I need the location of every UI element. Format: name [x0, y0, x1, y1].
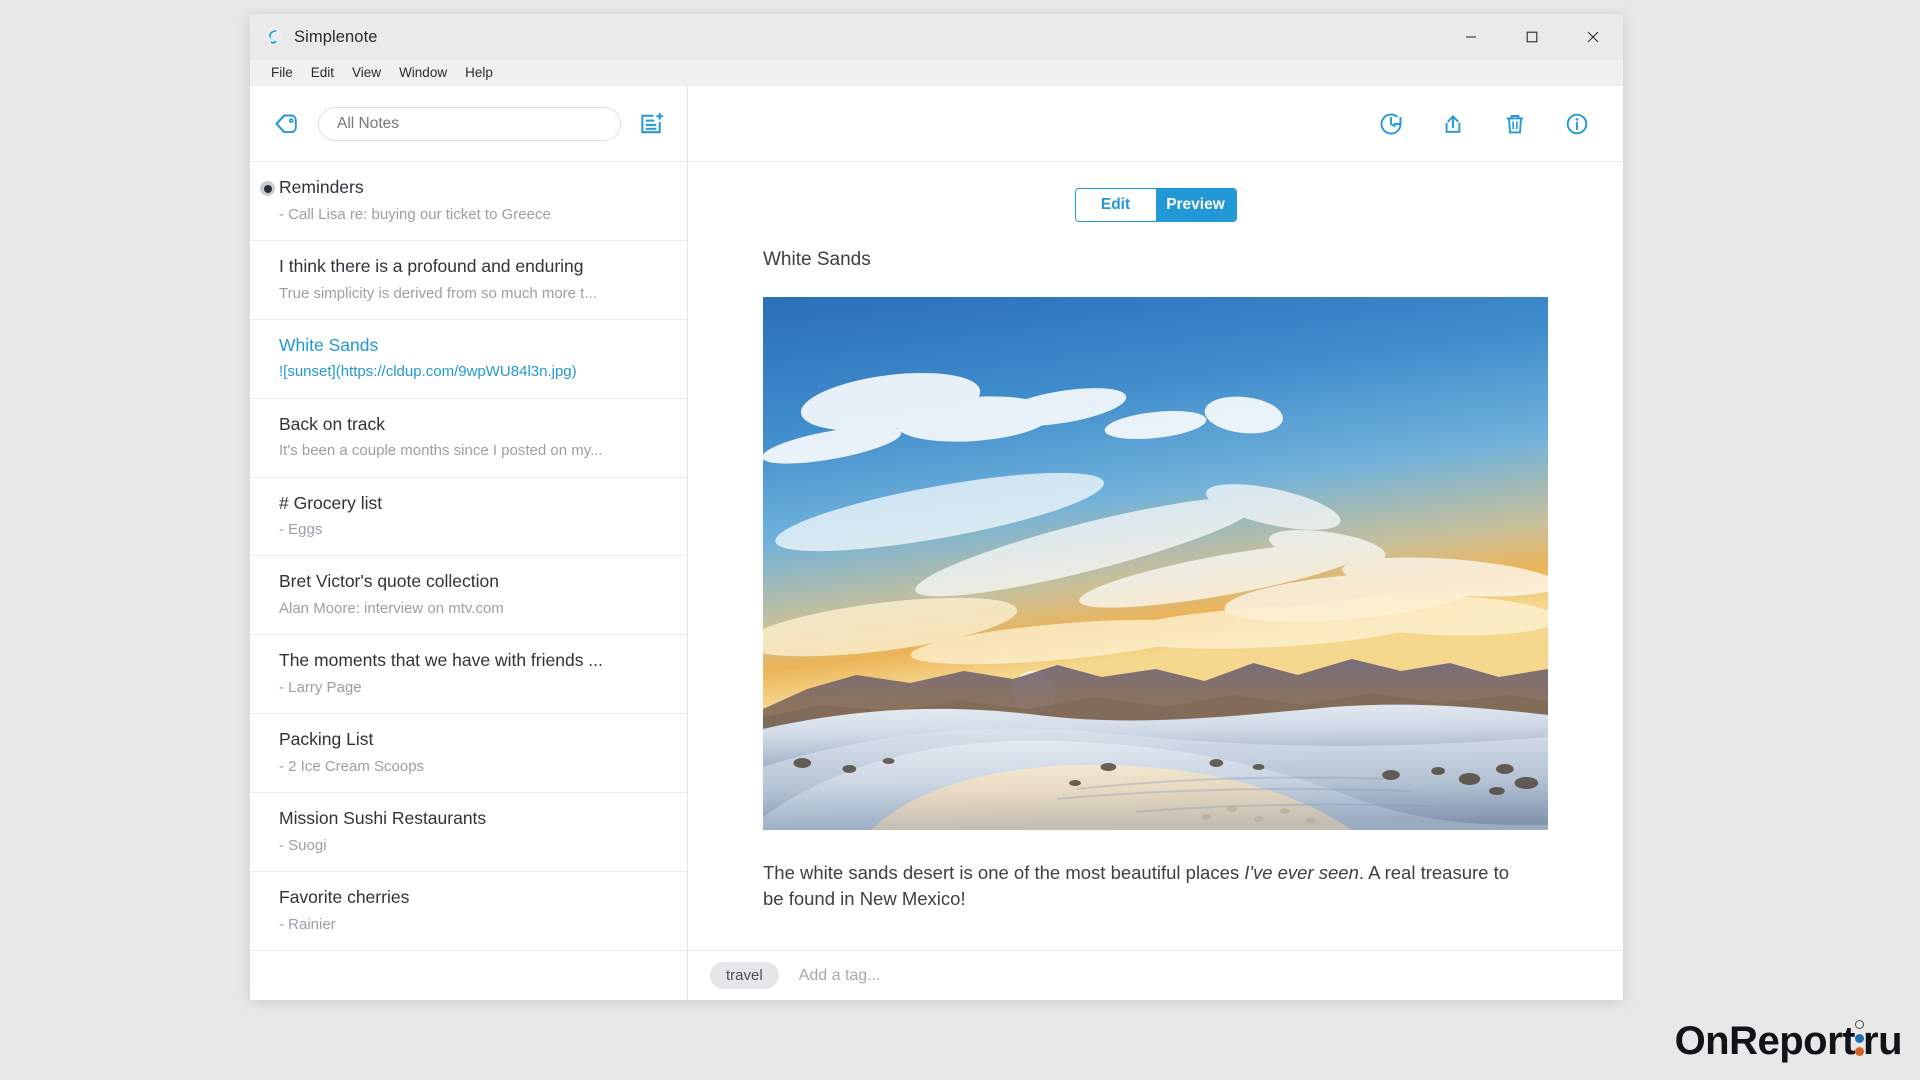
- maximize-button[interactable]: [1501, 14, 1562, 60]
- tag-back-icon[interactable]: [270, 107, 304, 141]
- note-excerpt: - Call Lisa re: buying our ticket to Gre…: [279, 205, 551, 223]
- trash-icon: [1506, 114, 1524, 133]
- close-button[interactable]: [1562, 14, 1623, 60]
- note-excerpt: True simplicity is derived from so much …: [279, 284, 597, 302]
- note-content: White Sands The white sands desert is on…: [688, 248, 1623, 950]
- note-list[interactable]: Reminders - Call Lisa re: buying our tic…: [250, 162, 687, 1000]
- tag-chip-travel[interactable]: travel: [710, 962, 779, 989]
- note-title: Back on track: [279, 413, 386, 434]
- note-body-part-1: The white sands desert is one of the mos…: [763, 861, 1245, 883]
- note-excerpt: - Eggs: [279, 521, 323, 539]
- trash-button[interactable]: [1493, 102, 1537, 146]
- watermark-ring-icon: [1854, 1019, 1864, 1029]
- watermark-blue-dot-icon: [1854, 1033, 1864, 1043]
- note-excerpt: - 2 Ice Cream Scoops: [279, 757, 425, 775]
- maximize-icon: [1526, 31, 1537, 43]
- mode-toggle-wrapper: Edit Preview: [688, 188, 1623, 222]
- note-body-text: The white sands desert is one of the mos…: [763, 860, 1523, 913]
- add-tag-input[interactable]: [798, 966, 1059, 985]
- note-list-pane: Reminders - Call Lisa re: buying our tic…: [250, 86, 688, 1000]
- mode-toggle: Edit Preview: [1074, 188, 1237, 222]
- tab-preview[interactable]: Preview: [1155, 189, 1236, 221]
- note-title: Reminders: [279, 177, 364, 197]
- note-excerpt: Alan Moore: interview on mtv.com: [279, 600, 504, 617]
- note-list-item-back-on-track[interactable]: Back on track It's been a couple months …: [250, 399, 687, 478]
- minimize-button[interactable]: [1440, 14, 1501, 60]
- menu-item-help[interactable]: Help: [456, 63, 502, 82]
- note-editor-pane: Edit Preview White Sands The white sands…: [688, 86, 1623, 1000]
- tag-bar: travel: [688, 950, 1623, 1000]
- share-button[interactable]: [1431, 102, 1475, 146]
- info-icon: [1566, 113, 1588, 134]
- simplenote-window: Simplenote File Edit View Window Help Al…: [250, 14, 1623, 1000]
- note-list-item-mission-sushi[interactable]: Mission Sushi Restaurants - Suogi: [250, 793, 687, 872]
- search-input[interactable]: [337, 114, 602, 133]
- note-title: # Grocery list: [279, 492, 383, 513]
- title-bar: Simplenote: [250, 14, 1623, 60]
- onreport-watermark: OnReport ru: [1674, 1019, 1903, 1064]
- note-scroll-area[interactable]: Edit Preview White Sands The white sands…: [688, 162, 1623, 1000]
- note-excerpt: It's been a couple months since I posted…: [279, 442, 603, 460]
- note-toolbar: [688, 86, 1623, 162]
- note-list-item-favorite-cherries[interactable]: Favorite cherries - Rainier: [250, 872, 687, 951]
- published-indicator-icon: [260, 181, 275, 196]
- close-icon: [1587, 31, 1598, 43]
- menu-item-edit[interactable]: Edit: [302, 63, 343, 82]
- search-field[interactable]: [318, 106, 621, 141]
- share-icon: [1445, 114, 1461, 133]
- watermark-name-left: OnReport: [1674, 1019, 1856, 1063]
- note-title: Favorite cherries: [279, 886, 410, 907]
- main-split: Reminders - Call Lisa re: buying our tic…: [250, 86, 1623, 1000]
- simplenote-logo-icon: [264, 27, 284, 47]
- app-title: Simplenote: [294, 27, 378, 46]
- search-bar: [250, 86, 687, 162]
- note-title: Bret Victor's quote collection: [279, 571, 499, 592]
- watermark-orange-dot-icon: [1854, 1046, 1864, 1056]
- note-list-item-white-sands[interactable]: White Sands ![sunset](https://cldup.com/…: [250, 320, 687, 399]
- note-excerpt: - Rainier: [279, 915, 336, 933]
- desktop-background: Simplenote File Edit View Window Help Al…: [0, 0, 1920, 1080]
- info-button[interactable]: [1555, 102, 1599, 146]
- note-title: The moments that we have with friends ..…: [279, 650, 603, 671]
- menu-bar: File Edit View Window Help: [250, 60, 1623, 86]
- sunset-photo: [763, 296, 1548, 830]
- new-note-icon[interactable]: [635, 108, 667, 140]
- note-list-item-moments[interactable]: The moments that we have with friends ..…: [250, 635, 687, 715]
- note-list-item-profound[interactable]: I think there is a profound and enduring…: [250, 241, 687, 320]
- note-list-item-grocery-list[interactable]: # Grocery list - Eggs: [250, 478, 687, 557]
- note-heading: White Sands: [763, 249, 871, 270]
- note-body-emphasis: I've ever seen: [1244, 861, 1359, 883]
- window-controls: [1440, 14, 1623, 60]
- menu-item-file[interactable]: File: [262, 63, 302, 82]
- tab-edit[interactable]: Edit: [1075, 189, 1156, 221]
- watermark-name-right: ru: [1863, 1019, 1903, 1063]
- history-button[interactable]: [1369, 102, 1413, 146]
- note-excerpt: - Suogi: [279, 836, 327, 854]
- menu-item-window[interactable]: Window: [390, 63, 456, 82]
- note-title: Mission Sushi Restaurants: [279, 808, 487, 828]
- note-title: Packing List: [279, 729, 374, 750]
- note-list-item-packing-list[interactable]: Packing List - 2 Ice Cream Scoops: [250, 714, 687, 793]
- note-title: I think there is a profound and enduring: [279, 255, 584, 276]
- note-list-item-reminders[interactable]: Reminders - Call Lisa re: buying our tic…: [250, 162, 687, 241]
- note-excerpt: - Larry Page: [279, 678, 362, 696]
- note-excerpt: ![sunset](https://cldup.com/9wpWU84l3n.j…: [279, 363, 577, 381]
- minimize-icon: [1465, 36, 1476, 38]
- note-list-item-bret-victor[interactable]: Bret Victor's quote collection Alan Moor…: [250, 556, 687, 636]
- note-title: White Sands: [279, 334, 379, 355]
- history-icon: [1380, 113, 1402, 134]
- menu-item-view[interactable]: View: [343, 63, 390, 82]
